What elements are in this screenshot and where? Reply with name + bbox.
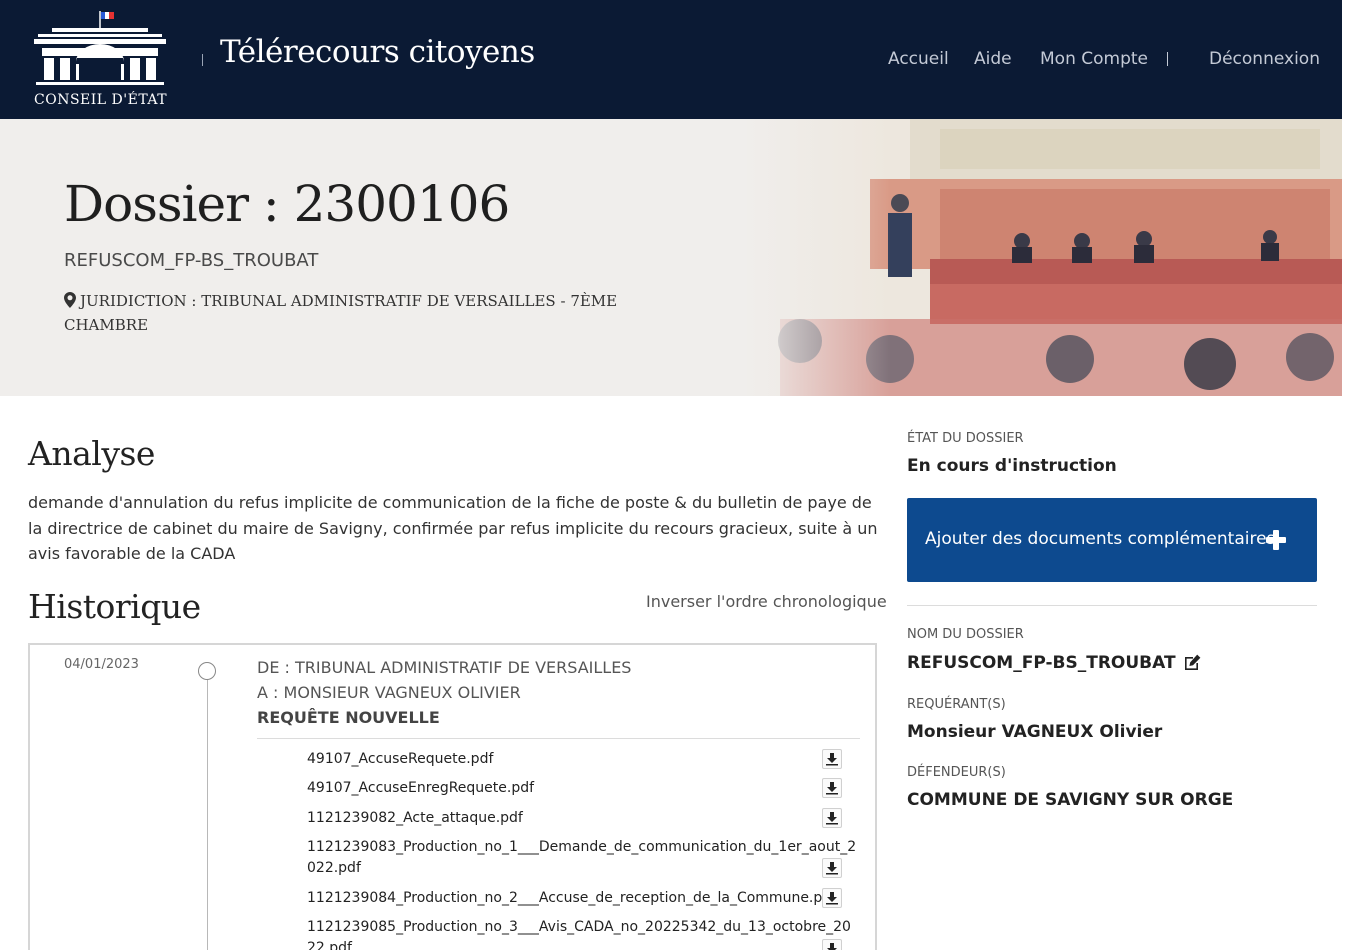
nom-value-text: REFUSCOM_FP-BS_TROUBAT: [907, 653, 1176, 673]
download-icon: [826, 753, 838, 766]
document-link[interactable]: 1121239085_Production_no_3___Avis_CADA_n…: [307, 917, 859, 950]
download-button[interactable]: [822, 808, 842, 828]
nav-deconnexion[interactable]: Déconnexion: [1209, 49, 1320, 69]
app-title[interactable]: Télérecours citoyens: [220, 34, 535, 70]
download-button[interactable]: [822, 749, 842, 769]
map-marker-icon: [64, 292, 76, 308]
requerant-label: REQUÉRANT(S): [907, 697, 1006, 712]
juridiction: JURIDICTION : TRIBUNAL ADMINISTRATIF DE …: [64, 289, 644, 337]
nav-separator: [1167, 52, 1168, 66]
invert-order-link[interactable]: Inverser l'ordre chronologique: [646, 592, 887, 611]
nom-value: REFUSCOM_FP-BS_TROUBAT: [907, 653, 1201, 673]
nom-label: NOM DU DOSSIER: [907, 627, 1024, 642]
add-documents-label: Ajouter des documents complémentaires: [925, 529, 1276, 549]
nav-aide[interactable]: Aide: [974, 49, 1012, 69]
document-link[interactable]: 1121239082_Acte_attaque.pdf: [307, 808, 859, 829]
timeline-dot: [198, 662, 216, 680]
download-icon: [827, 943, 837, 950]
logo-text: CONSEIL D'ÉTAT: [34, 92, 168, 108]
top-bar: CONSEIL D'ÉTAT Télérecours citoyens Accu…: [0, 0, 1342, 119]
download-icon: [826, 782, 838, 795]
add-documents-button[interactable]: Ajouter des documents complémentaires: [907, 498, 1317, 582]
timeline-divider: [257, 738, 860, 739]
analyse-text: demande d'annulation du refus implicite …: [28, 493, 878, 563]
defendeur-label: DÉFENDEUR(S): [907, 765, 1006, 780]
historique-heading: Historique: [28, 587, 201, 626]
requerant-value: Monsieur VAGNEUX Olivier: [907, 722, 1163, 742]
nav-accueil[interactable]: Accueil: [888, 49, 949, 69]
timeline-type: REQUÊTE NOUVELLE: [257, 708, 440, 727]
timeline-line: [207, 673, 208, 950]
etat-label: ÉTAT DU DOSSIER: [907, 431, 1024, 446]
timeline-box: 04/01/2023 DE : TRIBUNAL ADMINISTRATIF D…: [28, 643, 877, 950]
dossier-banner: Dossier : 2300106 REFUSCOM_FP-BS_TROUBAT…: [0, 119, 1342, 396]
juridiction-text: JURIDICTION : TRIBUNAL ADMINISTRATIF DE …: [64, 292, 618, 334]
building-logo-icon: [34, 11, 166, 85]
download-button[interactable]: [822, 939, 842, 950]
analyse-heading: Analyse: [28, 434, 155, 473]
courtroom-illustration: [740, 119, 1342, 396]
download-button[interactable]: [822, 858, 842, 878]
document-link[interactable]: 49107_AccuseRequete.pdf: [307, 749, 859, 770]
nav-mon-compte[interactable]: Mon Compte: [1040, 49, 1148, 69]
download-icon: [826, 862, 838, 875]
dossier-title: Dossier : 2300106: [64, 175, 510, 233]
defendeur-value: COMMUNE DE SAVIGNY SUR ORGE: [907, 790, 1234, 810]
document-link[interactable]: 1121239083_Production_no_1___Demande_de_…: [307, 837, 859, 879]
download-button[interactable]: [822, 888, 842, 908]
document-link[interactable]: 1121239084_Production_no_2___Accuse_de_r…: [307, 888, 859, 909]
download-icon: [826, 812, 838, 825]
download-icon: [826, 892, 838, 905]
dossier-subtitle: REFUSCOM_FP-BS_TROUBAT: [64, 250, 319, 271]
header-divider: [202, 54, 203, 66]
plus-icon: [1266, 530, 1286, 550]
download-button[interactable]: [822, 778, 842, 798]
timeline-from: DE : TRIBUNAL ADMINISTRATIF DE VERSAILLE…: [257, 658, 632, 677]
document-link[interactable]: 49107_AccuseEnregRequete.pdf: [307, 778, 859, 799]
etat-value: En cours d'instruction: [907, 456, 1117, 476]
sidebar-divider: [907, 605, 1317, 606]
timeline-date: 04/01/2023: [64, 657, 139, 672]
timeline-to: A : MONSIEUR VAGNEUX OLIVIER: [257, 683, 521, 702]
edit-icon[interactable]: [1184, 654, 1201, 670]
conseil-etat-logo[interactable]: CONSEIL D'ÉTAT: [30, 8, 170, 112]
